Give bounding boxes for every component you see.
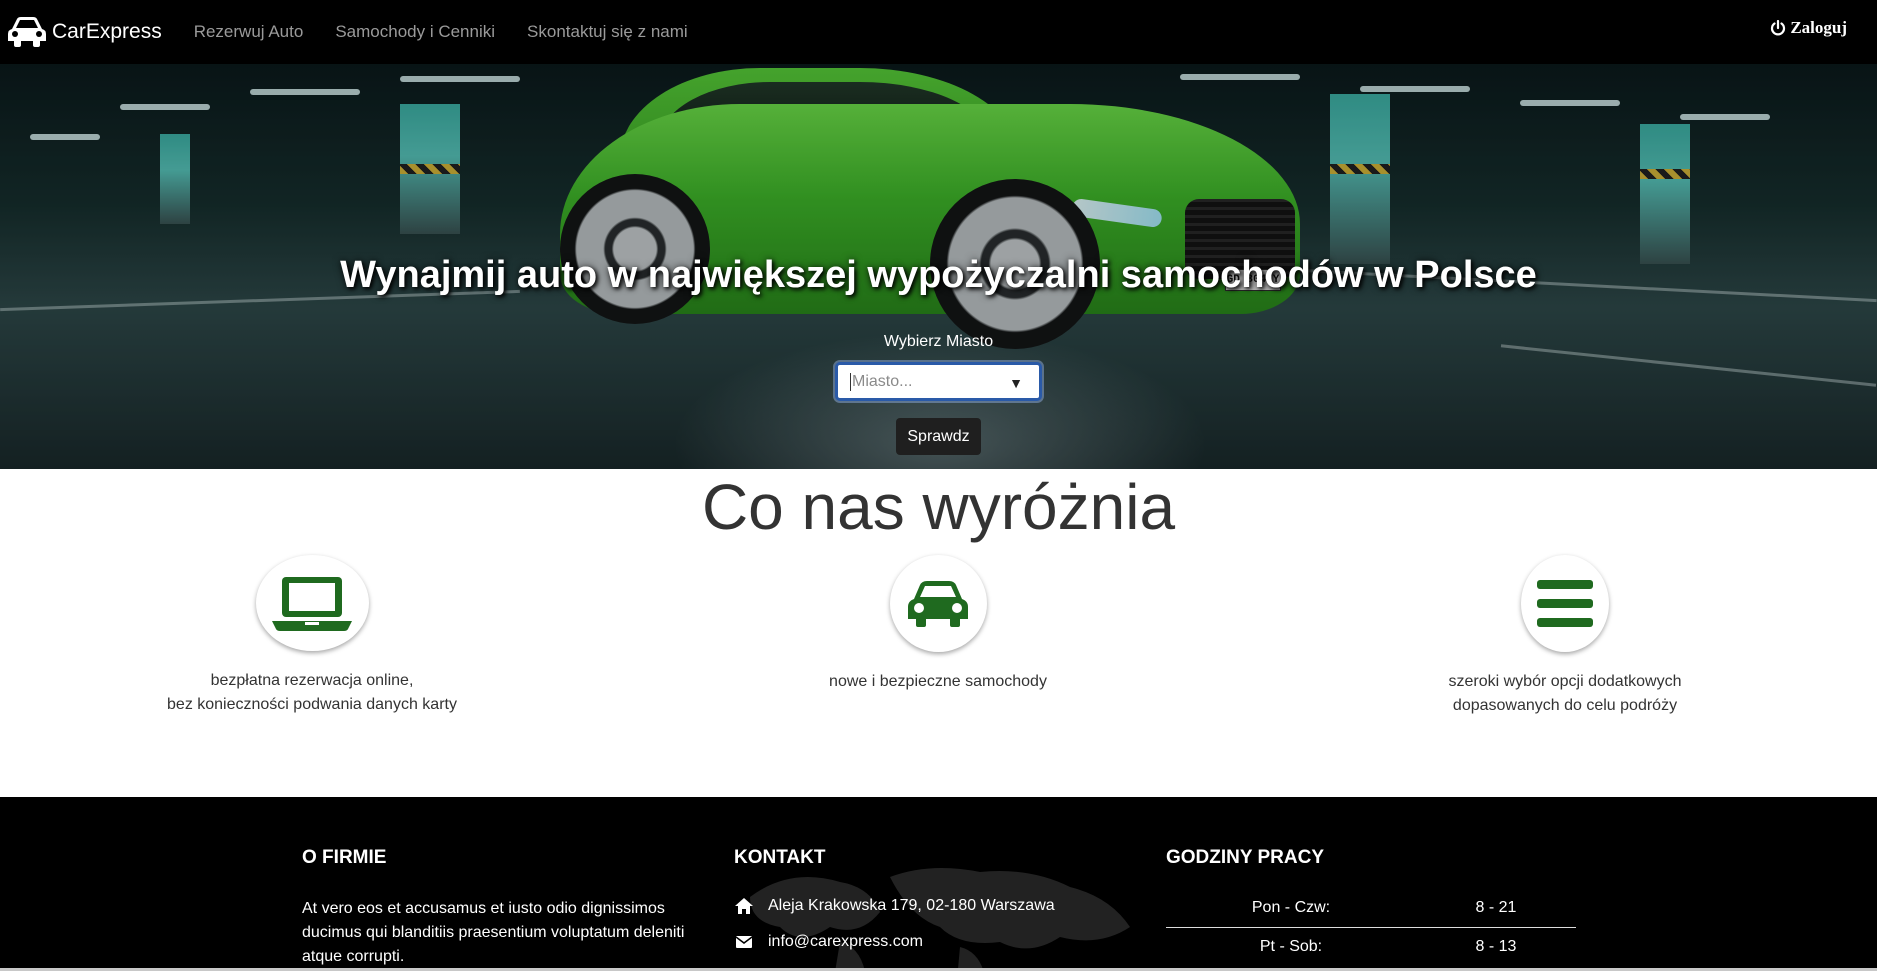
top-navbar: CarExpress Rezerwuj Auto Samochody i Cen…: [0, 0, 1877, 64]
feature-text: szeroki wybór opcji dodatkowych: [1448, 673, 1682, 690]
contact-email-link[interactable]: info@carexpress.com: [768, 933, 923, 951]
car-logo-icon: [8, 17, 46, 47]
bars-icon: [1521, 555, 1609, 652]
footer: O FIRMIE At vero eos et accusamus et ius…: [0, 797, 1877, 971]
hero-banner: GD 804XY Wynajmij auto w największej wyp…: [0, 64, 1877, 469]
contact-email: info@carexpress.com: [734, 933, 1134, 951]
hours-day: Pon - Czw:: [1251, 899, 1331, 916]
city-label: Wybierz Miasto: [883, 333, 994, 350]
nav-links: Rezerwuj Auto Samochody i Cenniki Skonta…: [194, 22, 720, 42]
city-select[interactable]: Miasto... ▼: [835, 362, 1042, 401]
brand-link[interactable]: CarExpress: [0, 0, 162, 64]
feature-extra-options: szeroki wybór opcji dodatkowych dopasowa…: [1355, 555, 1775, 718]
feature-text: dopasowanych do celu podróży: [1452, 697, 1678, 714]
feature-text: nowe i bezpieczne samochody: [829, 673, 1047, 690]
feature-online-booking: bezpłatna rezerwacja online, bez koniecz…: [102, 555, 522, 717]
contact-address: Aleja Krakowska 179, 02-180 Warszawa: [734, 897, 1134, 915]
home-icon: [735, 898, 753, 914]
laptop-icon: [255, 555, 369, 651]
nav-link-samochody[interactable]: Samochody i Cenniki: [335, 22, 495, 42]
city-select-placeholder: Miasto...: [850, 372, 913, 391]
feature-text: bez konieczności podwania danych karty: [167, 696, 457, 713]
footer-hours: GODZINY PRACY Pon - Czw: 8 - 21 Pt - Sob…: [1166, 847, 1586, 966]
nav-link-kontakt[interactable]: Skontaktuj się z nami: [527, 22, 688, 42]
hero-title: Wynajmij auto w największej wypożyczalni…: [340, 254, 1537, 296]
login-label: Zaloguj: [1790, 18, 1847, 37]
footer-contact: KONTAKT Aleja Krakowska 179, 02-180 Wars…: [734, 847, 1134, 969]
footer-about: O FIRMIE At vero eos et accusamus et ius…: [302, 847, 702, 969]
car-icon: [889, 555, 987, 652]
power-icon: [1771, 20, 1786, 36]
hours-row: Pon - Czw: 8 - 21: [1166, 889, 1576, 927]
nav-link-rezerwuj[interactable]: Rezerwuj Auto: [194, 22, 304, 42]
hours-time: 8 - 13: [1475, 938, 1517, 955]
hours-day: Pt - Sob:: [1259, 938, 1323, 955]
footer-about-text: At vero eos et accusamus et iusto odio d…: [302, 900, 685, 965]
feature-new-cars: nowe i bezpieczne samochody: [728, 555, 1148, 694]
check-button[interactable]: Sprawdz: [896, 418, 981, 455]
footer-hours-title: GODZINY PRACY: [1166, 847, 1325, 868]
features-title: Co nas wyróżnia: [701, 471, 1176, 543]
hours-row: Pt - Sob: 8 - 13: [1166, 928, 1576, 966]
envelope-icon: [735, 936, 753, 948]
login-link[interactable]: Zaloguj: [1770, 18, 1847, 38]
feature-text: bezpłatna rezerwacja online,: [210, 672, 414, 689]
contact-address-text: Aleja Krakowska 179, 02-180 Warszawa: [768, 897, 1055, 914]
hours-time: 8 - 21: [1475, 899, 1517, 916]
footer-contact-title: KONTAKT: [734, 847, 826, 868]
brand-name: CarExpress: [52, 20, 162, 43]
footer-about-title: O FIRMIE: [302, 847, 387, 868]
dropdown-arrow-icon: ▼: [1009, 375, 1023, 391]
